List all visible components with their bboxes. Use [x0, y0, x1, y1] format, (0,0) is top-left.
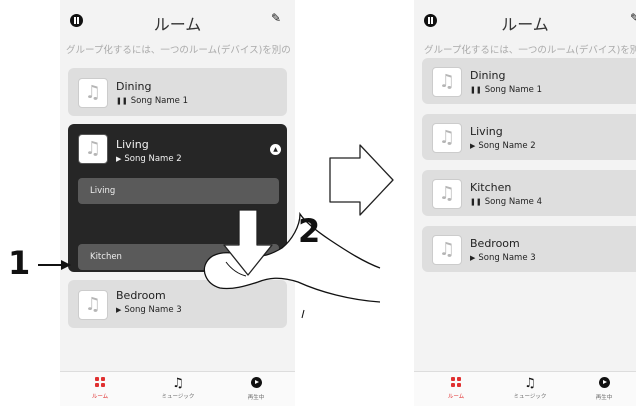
gesture-overlay — [38, 144, 394, 319]
step1-arrow — [38, 260, 71, 270]
arrow-right-icon — [329, 144, 394, 216]
step-2-callout: 2 — [298, 212, 321, 250]
hand-pointer — [203, 211, 381, 303]
step-1-callout: 1 — [8, 244, 31, 282]
